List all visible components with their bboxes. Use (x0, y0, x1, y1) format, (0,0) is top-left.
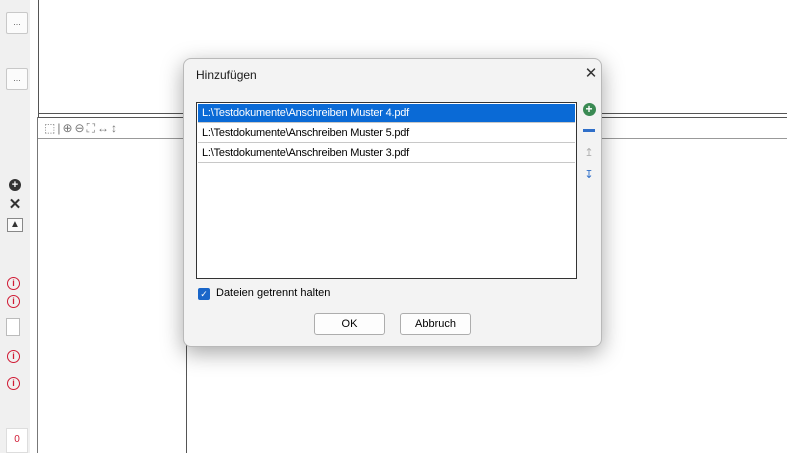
browse-button-2[interactable]: ... (6, 68, 28, 90)
keep-separate-label[interactable]: Dateien getrennt halten (216, 287, 330, 299)
remove-icon[interactable] (581, 122, 597, 138)
list-item[interactable]: L:\Testdokumente\Anschreiben Muster 3.pd… (198, 144, 575, 163)
warning-icon-4: i (7, 377, 20, 390)
move-up-icon[interactable]: ↥ (581, 145, 597, 161)
dialog-title: Hinzufügen (196, 68, 257, 82)
panel-divider-vertical-left (37, 117, 38, 453)
warning-icon-2: i (7, 295, 20, 308)
small-input-field[interactable] (6, 318, 20, 336)
add-files-dialog: Hinzufügen ✕ L:\Testdokumente\Anschreibe… (183, 58, 602, 347)
warning-icon-1: i (7, 277, 20, 290)
counter-badge: 0 (6, 428, 28, 453)
delete-x-icon[interactable]: ✕ (7, 197, 23, 213)
list-item[interactable]: L:\Testdokumente\Anschreiben Muster 4.pd… (198, 104, 575, 123)
add-circle-icon[interactable]: + (7, 176, 23, 192)
list-item[interactable]: L:\Testdokumente\Anschreiben Muster 5.pd… (198, 124, 575, 143)
browse-button-1[interactable]: ... (6, 12, 28, 34)
add-icon[interactable]: + (581, 101, 597, 117)
move-up-triangle-icon[interactable]: ▲ (7, 218, 23, 232)
keep-separate-checkbox[interactable]: ✓ (198, 288, 210, 300)
warning-icon-3: i (7, 350, 20, 363)
panel-divider-vertical-top (38, 0, 39, 117)
left-side-panel: ... ... + ✕ ▲ i i i i 0 (0, 0, 30, 453)
cancel-button[interactable]: Abbruch (400, 313, 471, 335)
move-down-icon[interactable]: ↧ (581, 167, 597, 183)
ok-button[interactable]: OK (314, 313, 385, 335)
close-icon[interactable]: ✕ (581, 64, 601, 84)
viewer-toolbar-icons[interactable]: ⬚|⊕⊖⛶↔↕ (44, 121, 119, 137)
file-list[interactable]: L:\Testdokumente\Anschreiben Muster 4.pd… (196, 102, 577, 279)
